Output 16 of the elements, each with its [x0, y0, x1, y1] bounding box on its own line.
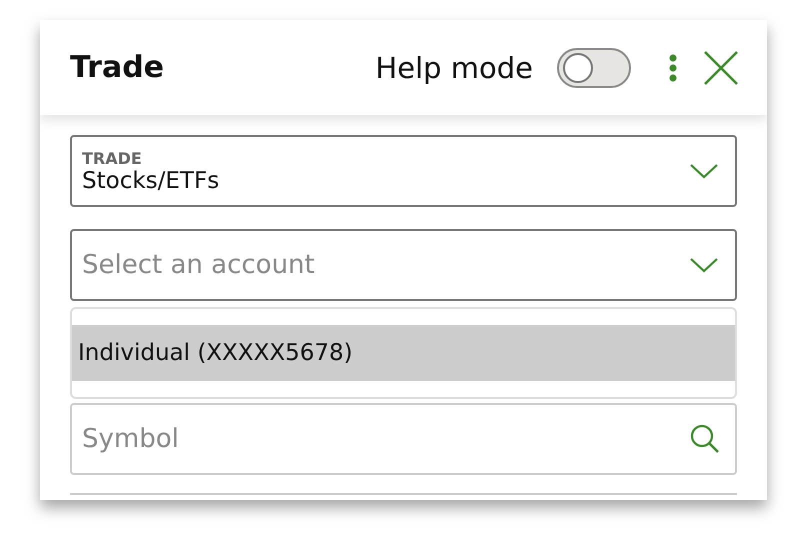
- chevron-down-icon: [689, 162, 719, 180]
- account-select[interactable]: Select an account: [70, 229, 737, 301]
- account-placeholder: Select an account: [82, 250, 315, 280]
- symbol-placeholder: Symbol: [82, 424, 179, 454]
- chevron-down-icon: [689, 256, 719, 274]
- search-icon[interactable]: [689, 423, 721, 455]
- account-option[interactable]: Individual (XXXXX5678): [72, 325, 735, 381]
- trade-select[interactable]: TRADE Stocks/ETFs: [70, 135, 737, 207]
- more-icon[interactable]: [667, 52, 679, 82]
- help-mode-toggle[interactable]: [557, 48, 631, 88]
- panel-title: Trade: [70, 50, 164, 85]
- close-icon[interactable]: [703, 50, 739, 86]
- help-mode-label: Help mode: [375, 50, 533, 84]
- symbol-field[interactable]: Symbol: [70, 403, 737, 475]
- field-value: Stocks/ETFs: [82, 168, 220, 194]
- field-label: TRADE: [82, 148, 143, 168]
